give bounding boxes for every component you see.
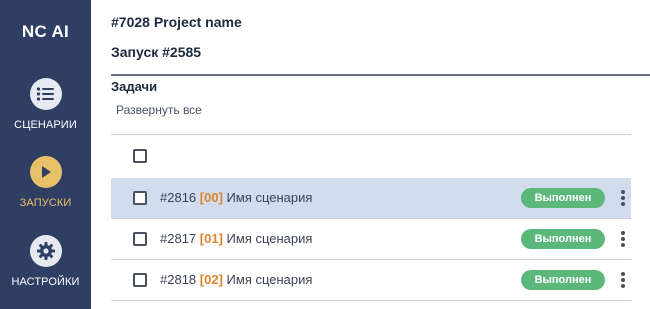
header-divider xyxy=(111,74,650,76)
run-title: Запуск #2585 xyxy=(111,44,202,60)
task-index: [00] xyxy=(199,190,223,205)
row-checkbox[interactable] xyxy=(133,232,147,246)
row-title: #2817 [01] Имя сценария xyxy=(160,231,312,246)
sidebar-item-label: ЗАПУСКИ xyxy=(19,197,72,209)
row-checkbox[interactable] xyxy=(133,273,147,287)
status-badge: Выполнен xyxy=(521,229,605,249)
status-badge: Выполнен xyxy=(521,188,605,208)
sidebar-item-runs[interactable]: ЗАПУСКИ xyxy=(0,156,91,209)
row-title: #2818 [02] Имя сценария xyxy=(160,272,312,287)
row-checkbox[interactable] xyxy=(133,191,147,205)
sidebar-item-scenarios[interactable]: СЦЕНАРИИ xyxy=(0,78,91,131)
expand-all-link[interactable]: Развернуть все xyxy=(116,103,202,117)
status-badge: Выполнен xyxy=(521,270,605,290)
task-index: [01] xyxy=(199,231,223,246)
task-id: #2817 xyxy=(160,231,197,246)
more-options-icon[interactable] xyxy=(615,270,631,290)
select-all-checkbox[interactable] xyxy=(133,149,147,163)
list-icon xyxy=(29,78,62,110)
table-divider xyxy=(111,134,631,135)
task-id: #2816 xyxy=(160,190,197,205)
table-row[interactable]: #2816 [00] Имя сценария Выполнен xyxy=(111,178,631,219)
row-title: #2816 [00] Имя сценария xyxy=(160,190,312,205)
more-options-icon[interactable] xyxy=(615,229,631,249)
app-logo: NC AI xyxy=(21,22,70,41)
sidebar-item-label: НАСТРОЙКИ xyxy=(11,276,80,288)
task-index: [02] xyxy=(199,272,223,287)
gear-icon xyxy=(29,235,62,267)
scenario-name: Имя сценария xyxy=(226,272,313,287)
table-row[interactable]: #2818 [02] Имя сценария Выполнен xyxy=(111,260,631,301)
project-title: #7028 Project name xyxy=(111,14,242,30)
main-content: #7028 Project name Запуск #2585 Задачи Р… xyxy=(91,0,650,309)
scenario-name: Имя сценария xyxy=(226,231,313,246)
scenario-name: Имя сценария xyxy=(226,190,313,205)
sidebar-item-settings[interactable]: НАСТРОЙКИ xyxy=(0,235,91,288)
tasks-heading: Задачи xyxy=(111,79,158,94)
sidebar-item-label: СЦЕНАРИИ xyxy=(14,119,77,131)
more-options-icon[interactable] xyxy=(615,188,631,208)
table-row[interactable]: #2817 [01] Имя сценария Выполнен xyxy=(111,219,631,260)
task-id: #2818 xyxy=(160,272,197,287)
sidebar: NC AI СЦЕНАРИИ ЗАПУСКИ НАСТРОЙКИ xyxy=(0,0,91,309)
play-icon xyxy=(29,156,62,188)
